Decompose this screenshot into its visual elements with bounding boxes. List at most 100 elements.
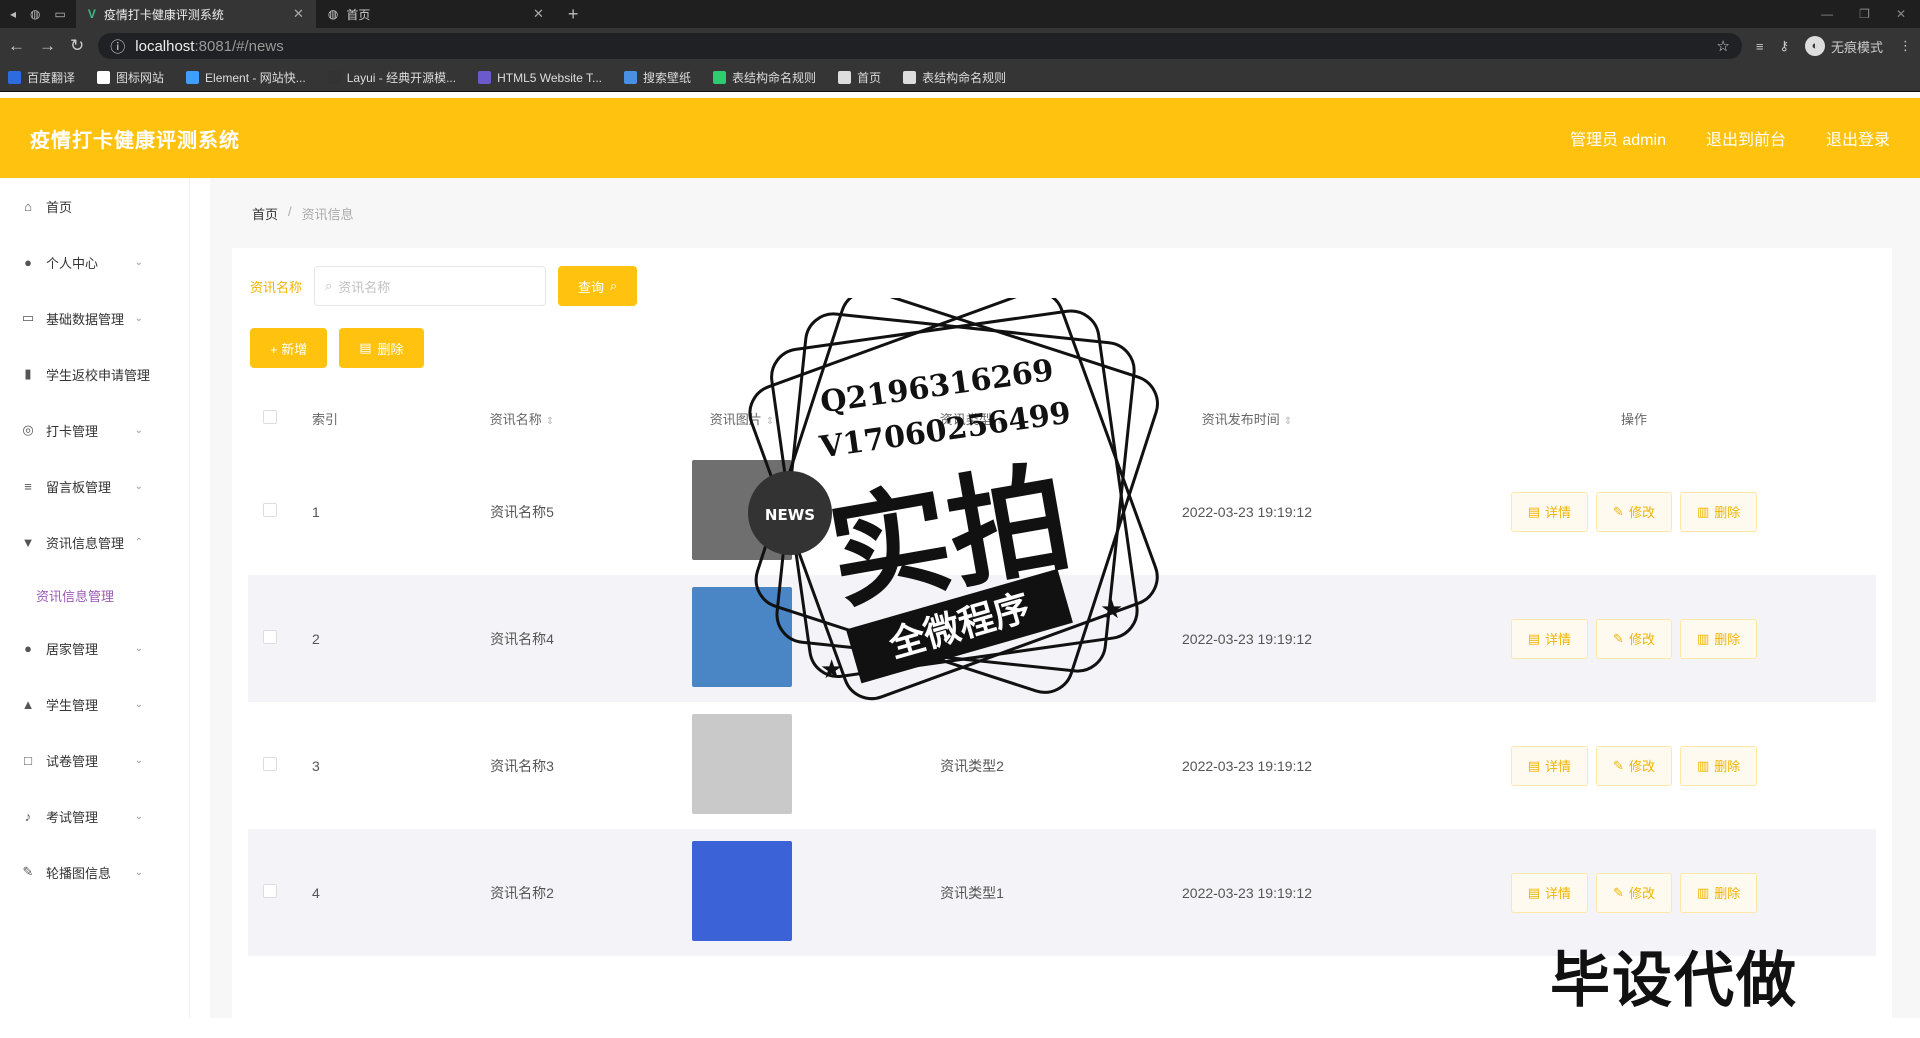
bookmark-favicon-icon: [838, 71, 852, 84]
delete-button[interactable]: ▥ 删除: [1679, 618, 1758, 659]
cell-ops: ▤ 详情 ✎ 修改 ▥ 删除: [1392, 448, 1876, 575]
bookmark-favicon-icon: [327, 71, 341, 84]
bookmark-item[interactable]: 表结构命名规则: [903, 69, 1006, 86]
th-image[interactable]: 资讯图片 ⇕: [642, 388, 842, 448]
minimize-icon[interactable]: —: [1821, 7, 1833, 21]
sidebar-item[interactable]: ✎ 轮播图信息 ⌄: [0, 844, 189, 900]
sidebar-item[interactable]: ⌂ 首页: [0, 178, 189, 234]
user-icon: ●: [24, 640, 32, 656]
detail-label: 详情: [1545, 632, 1572, 647]
speaker-icon[interactable]: ◂: [10, 7, 16, 21]
globe-icon: ◍: [327, 7, 339, 21]
news-thumbnail[interactable]: [692, 460, 792, 560]
detail-button[interactable]: ▤ 详情: [1510, 491, 1589, 532]
row-checkbox[interactable]: [263, 503, 277, 517]
incognito-indicator[interactable]: ◐ 无痕模式: [1804, 36, 1883, 56]
th-index-label: 索引: [312, 411, 339, 427]
news-thumbnail[interactable]: [692, 714, 792, 814]
bookmark-item[interactable]: 图标网站: [97, 69, 164, 86]
sidebar-item[interactable]: ♪ 考试管理 ⌄: [0, 788, 189, 844]
tab-active[interactable]: V 疫情打卡健康评测系统 ✕: [75, 0, 316, 28]
restore-icon[interactable]: ❐: [1859, 7, 1870, 21]
sidebar-subitem-news[interactable]: 资讯信息管理: [0, 570, 189, 620]
sidebar-item-label: 打卡管理: [46, 423, 99, 439]
detail-label: 详情: [1545, 759, 1572, 774]
sidebar-item[interactable]: ▼ 资讯信息管理 ⌃: [0, 514, 189, 570]
star-icon[interactable]: ☆: [1716, 37, 1729, 55]
th-type[interactable]: 资讯类型 ⇕: [842, 388, 1102, 448]
delete-button[interactable]: ▥ 删除: [1679, 745, 1758, 786]
sidebar-item-label: 个人中心: [46, 255, 99, 271]
bookmark-item[interactable]: 百度翻译: [8, 69, 75, 86]
breadcrumb-home[interactable]: 首页: [252, 204, 278, 223]
row-checkbox[interactable]: [263, 757, 277, 771]
sort-icon[interactable]: ⇕: [1284, 416, 1292, 427]
th-name[interactable]: 资讯名称 ⇕: [402, 388, 642, 448]
info-icon[interactable]: ⓘ: [110, 36, 125, 57]
sidebar-item[interactable]: ▮ 学生返校申请管理 ⌄: [0, 346, 189, 402]
bookmark-item[interactable]: 表结构命名规则: [713, 69, 816, 86]
url-path: :8081/#/news: [194, 37, 284, 55]
select-all-checkbox[interactable]: [263, 409, 277, 424]
row-checkbox[interactable]: [263, 884, 277, 898]
table-row[interactable]: 1 资讯名称5 2022-03-23 19:19:12 ▤ 详情 ✎ 修改 ▥ 删除: [248, 448, 1876, 575]
bookmark-item[interactable]: Element - 网站快...: [186, 69, 306, 86]
bookmark-item[interactable]: 首页: [838, 69, 881, 86]
sidebar-item[interactable]: ≡ 留言板管理 ⌄: [0, 458, 189, 514]
breadcrumb: 首页 / 资讯信息: [252, 204, 354, 223]
edit-label: 修改: [1628, 505, 1655, 520]
tab-close-icon[interactable]: ✕: [533, 6, 544, 22]
tab-inactive[interactable]: ◍ 首页 ✕: [316, 0, 556, 28]
tab-title: 疫情打卡健康评测系统: [103, 7, 224, 22]
globe-icon[interactable]: ◍: [30, 7, 40, 21]
edit-label: 修改: [1628, 886, 1655, 901]
edit-button[interactable]: ✎ 修改: [1596, 618, 1672, 659]
table-row[interactable]: 2 资讯名称4 2022-03-23 19:19:12 ▤ 详情 ✎ 修改 ▥ 删除: [248, 575, 1876, 702]
bookmark-item[interactable]: Layui - 经典开源模...: [327, 69, 456, 86]
exit-to-frontend-link[interactable]: 退出到前台: [1706, 126, 1786, 150]
sort-icon[interactable]: ⇕: [766, 416, 774, 427]
back-icon[interactable]: ←: [8, 36, 25, 56]
news-thumbnail[interactable]: [692, 841, 792, 941]
sidebar-item[interactable]: ◎ 打卡管理 ⌄: [0, 402, 189, 458]
logout-link[interactable]: 退出登录: [1826, 126, 1890, 150]
th-time[interactable]: 资讯发布时间 ⇕: [1102, 388, 1392, 448]
edit-button[interactable]: ✎ 修改: [1596, 491, 1672, 532]
table-row[interactable]: 3 资讯名称3 资讯类型2 2022-03-23 19:19:12 ▤ 详情 ✎ 修改 ▥ 删除: [248, 702, 1876, 829]
add-button[interactable]: + 新增: [250, 328, 328, 368]
delete-label: 删除: [1714, 632, 1741, 647]
reload-icon[interactable]: ↻: [70, 36, 84, 56]
playlist-icon[interactable]: ≡: [1756, 39, 1764, 54]
sidebar-item[interactable]: ● 居家管理 ⌄: [0, 620, 189, 676]
sidebar-item[interactable]: ● 个人中心 ⌄: [0, 234, 189, 290]
edit-button[interactable]: ✎ 修改: [1596, 745, 1672, 786]
tab-close-icon[interactable]: ✕: [293, 6, 304, 22]
forward-icon[interactable]: →: [39, 36, 56, 56]
window-icon[interactable]: ▭: [55, 7, 66, 21]
bookmark-item[interactable]: 搜索壁纸: [624, 69, 691, 86]
edit-button[interactable]: ✎ 修改: [1596, 872, 1672, 913]
key-icon[interactable]: ⚷: [1779, 38, 1789, 54]
bookmark-item[interactable]: HTML5 Website T...: [478, 71, 602, 85]
news-thumbnail[interactable]: [692, 587, 792, 687]
more-menu-icon[interactable]: ⋮: [1899, 38, 1912, 54]
delete-button[interactable]: ▥ 删除: [1679, 491, 1758, 532]
new-tab-button[interactable]: +: [556, 4, 591, 25]
close-window-icon[interactable]: ✕: [1896, 7, 1906, 21]
sidebar-item[interactable]: ▲ 学生管理 ⌄: [0, 676, 189, 732]
detail-button[interactable]: ▤ 详情: [1510, 872, 1589, 913]
sidebar-item[interactable]: ▭ 基础数据管理 ⌄: [0, 290, 189, 346]
admin-user-link[interactable]: 管理员 admin: [1570, 126, 1666, 150]
search-input[interactable]: ⌕ 资讯名称: [314, 266, 547, 306]
detail-button[interactable]: ▤ 详情: [1510, 618, 1589, 659]
delete-button[interactable]: ▥ 删除: [1679, 872, 1758, 913]
query-button-label: 查询: [578, 279, 605, 295]
url-input[interactable]: ⓘ localhost:8081/#/news ☆: [98, 33, 1742, 59]
batch-delete-button[interactable]: ▤ 删除: [339, 328, 424, 368]
sidebar-item[interactable]: □ 试卷管理 ⌄: [0, 732, 189, 788]
sort-icon[interactable]: ⇕: [546, 416, 554, 427]
detail-button[interactable]: ▤ 详情: [1510, 745, 1589, 786]
row-checkbox[interactable]: [263, 630, 277, 644]
query-button[interactable]: 查询 ⌕: [558, 266, 638, 306]
sort-icon[interactable]: ⇕: [996, 416, 1004, 427]
